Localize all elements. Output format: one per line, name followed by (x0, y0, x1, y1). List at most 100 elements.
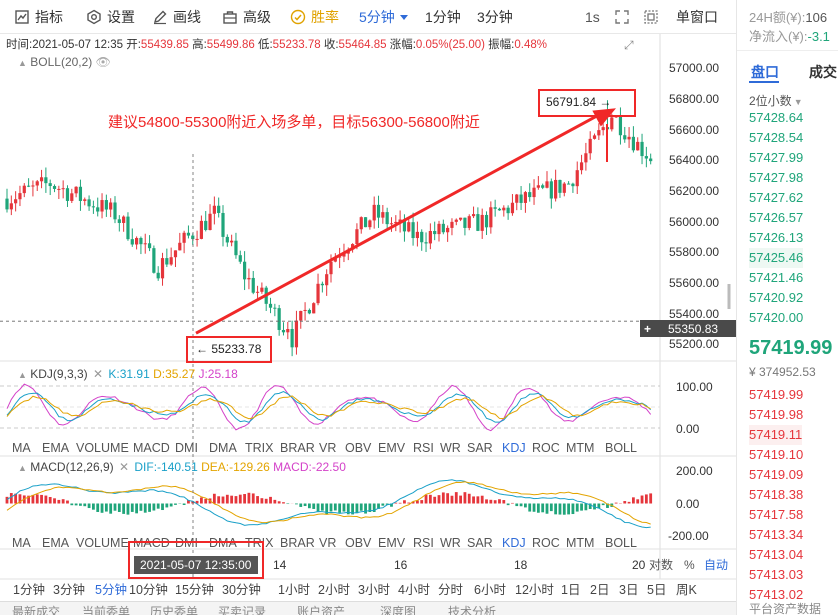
indicator-tab-ma[interactable]: MA (12, 536, 31, 550)
ask-price: 57421.46 (749, 270, 804, 285)
period-12[interactable]: 12小时 (515, 583, 554, 597)
indicator-tab-mtm[interactable]: MTM (566, 441, 594, 455)
period-15[interactable]: 3日 (619, 583, 638, 597)
candle-body (91, 206, 95, 208)
advanced-button[interactable]: 高级 (222, 8, 271, 26)
period-9[interactable]: 4小时 (398, 583, 430, 597)
indicator-tab-obv[interactable]: OBV (345, 536, 371, 550)
indicator-tab-sar[interactable]: SAR (467, 441, 493, 455)
tab-orderbook[interactable]: 盘口 (751, 62, 779, 82)
interval-3m-button[interactable]: 3分钟 (477, 8, 513, 26)
indicator-tab-mtm[interactable]: MTM (566, 536, 594, 550)
indicator-tab-rsi[interactable]: RSI (413, 441, 434, 455)
indicator-tab-emv[interactable]: EMV (378, 441, 405, 455)
period-14[interactable]: 2日 (590, 583, 609, 597)
indicator-button[interactable]: 指标 (14, 8, 63, 26)
indicator-tab-volume[interactable]: VOLUME (76, 536, 129, 550)
kdj-axis-label: 100.00 (676, 380, 713, 394)
indicator-tab-ma[interactable]: MA (12, 441, 31, 455)
macd-axis-label: 0.00 (676, 496, 700, 511)
winrate-button[interactable]: 胜率 (290, 8, 339, 26)
auto-scale-toggle[interactable]: 自动 (704, 558, 728, 572)
indicator-tab-roc[interactable]: ROC (532, 441, 560, 455)
percent-scale-toggle[interactable]: % (684, 558, 695, 572)
period-11[interactable]: 6小时 (474, 583, 506, 597)
bottom-tab-0[interactable]: 最新成交 (12, 603, 60, 615)
indicator-tab-boll[interactable]: BOLL (605, 536, 637, 550)
indicator-tab-macd[interactable]: MACD (133, 441, 170, 455)
period-4[interactable]: 15分钟 (175, 583, 214, 597)
interval-dropdown[interactable]: 5分钟 (359, 8, 408, 26)
indicator-tab-kdj[interactable]: KDJ (502, 536, 526, 550)
indicator-tab-obv[interactable]: OBV (345, 441, 371, 455)
fullscreen-button[interactable] (614, 8, 635, 26)
screenshot-button[interactable] (643, 8, 664, 26)
interval-1m-button[interactable]: 1分钟 (425, 8, 461, 26)
indicator-tab-vr[interactable]: VR (319, 536, 336, 550)
price-axis-label: 57000.00 (669, 61, 720, 76)
ask-price: 57420.00 (749, 310, 804, 325)
bid-price: 57419.99 (749, 387, 804, 402)
bottom-tab-6[interactable]: 技术分析 (448, 603, 496, 615)
indicator-tab-dma[interactable]: DMA (209, 441, 237, 455)
bottom-tab-1[interactable]: 当前委单 (82, 603, 130, 615)
refresh-1s-button[interactable]: 1s (585, 8, 600, 26)
bottom-tab-4[interactable]: 账户资产 (297, 603, 345, 615)
indicator-tab-volume[interactable]: VOLUME (76, 441, 129, 455)
expand-chart-icon[interactable]: ⤢ (624, 38, 634, 52)
period-16[interactable]: 5日 (647, 583, 666, 597)
indicator-tab-boll[interactable]: BOLL (605, 441, 637, 455)
indicator-tab-roc[interactable]: ROC (532, 536, 560, 550)
period-10[interactable]: 分时 (438, 583, 463, 597)
indicator-tab-sar[interactable]: SAR (467, 536, 493, 550)
period-5[interactable]: 30分钟 (222, 583, 261, 597)
period-6[interactable]: 1小时 (278, 583, 310, 597)
indicator-tab-brar[interactable]: BRAR (280, 441, 315, 455)
indicator-tab-trix[interactable]: TRIX (245, 441, 273, 455)
period-13[interactable]: 1日 (561, 583, 580, 597)
eye-icon[interactable]: 👁 (96, 55, 111, 69)
bottom-tab-3[interactable]: 买卖记录 (218, 603, 266, 615)
boll-legend[interactable]: ▲ BOLL(20,2) 👁 (18, 55, 111, 70)
candle-body (493, 207, 497, 209)
candle-body (312, 303, 316, 314)
candle-body (618, 116, 623, 136)
candle-body (18, 193, 22, 200)
bottom-tab-5[interactable]: 深度图 (380, 603, 416, 615)
indicator-tab-emv[interactable]: EMV (378, 536, 405, 550)
macd-bar (528, 503, 532, 512)
tab-trades[interactable]: 成交 (809, 62, 837, 82)
bottom-tab-2[interactable]: 历史委单 (150, 603, 198, 615)
indicator-tab-dmi[interactable]: DMI (175, 441, 198, 455)
chart-area[interactable]: 时间:2021-05-07 12:35 开:55439.85 高:55499.8… (0, 34, 736, 601)
macd-bar (126, 503, 130, 515)
period-8[interactable]: 3小时 (358, 583, 390, 597)
indicator-tab-vr[interactable]: VR (319, 441, 336, 455)
period-7[interactable]: 2小时 (318, 583, 350, 597)
period-2[interactable]: 5分钟 (95, 583, 127, 597)
close-icon[interactable]: ✕ (119, 460, 129, 474)
log-scale-toggle[interactable]: 对数 (649, 558, 673, 572)
strategy-annotation: 建议54800-55300附近入场多单，目标56300-56800附近 (108, 114, 480, 131)
draw-button[interactable]: 画线 (152, 8, 201, 26)
period-3[interactable]: 10分钟 (129, 583, 168, 597)
macd-bar (109, 503, 113, 514)
indicator-tab-wr[interactable]: WR (440, 536, 461, 550)
chevron-down-icon (399, 15, 408, 20)
single-window-button[interactable]: 单窗口 (676, 8, 718, 26)
close-icon[interactable]: ✕ (93, 367, 103, 381)
candle-body (649, 158, 653, 162)
plus-icon[interactable]: + (644, 322, 658, 336)
indicator-tab-ema[interactable]: EMA (42, 536, 69, 550)
indicator-tab-kdj[interactable]: KDJ (502, 441, 526, 455)
precision-dropdown[interactable]: 2位小数 ▼ (749, 92, 803, 109)
indicator-tab-rsi[interactable]: RSI (413, 536, 434, 550)
settings-button[interactable]: 设置 (86, 8, 135, 26)
indicator-tab-ema[interactable]: EMA (42, 441, 69, 455)
indicator-tab-wr[interactable]: WR (440, 441, 461, 455)
macd-bar (35, 494, 39, 504)
indicator-tab-brar[interactable]: BRAR (280, 536, 315, 550)
period-0[interactable]: 1分钟 (13, 583, 45, 597)
period-17[interactable]: 周K (676, 583, 697, 597)
period-1[interactable]: 3分钟 (53, 583, 85, 597)
